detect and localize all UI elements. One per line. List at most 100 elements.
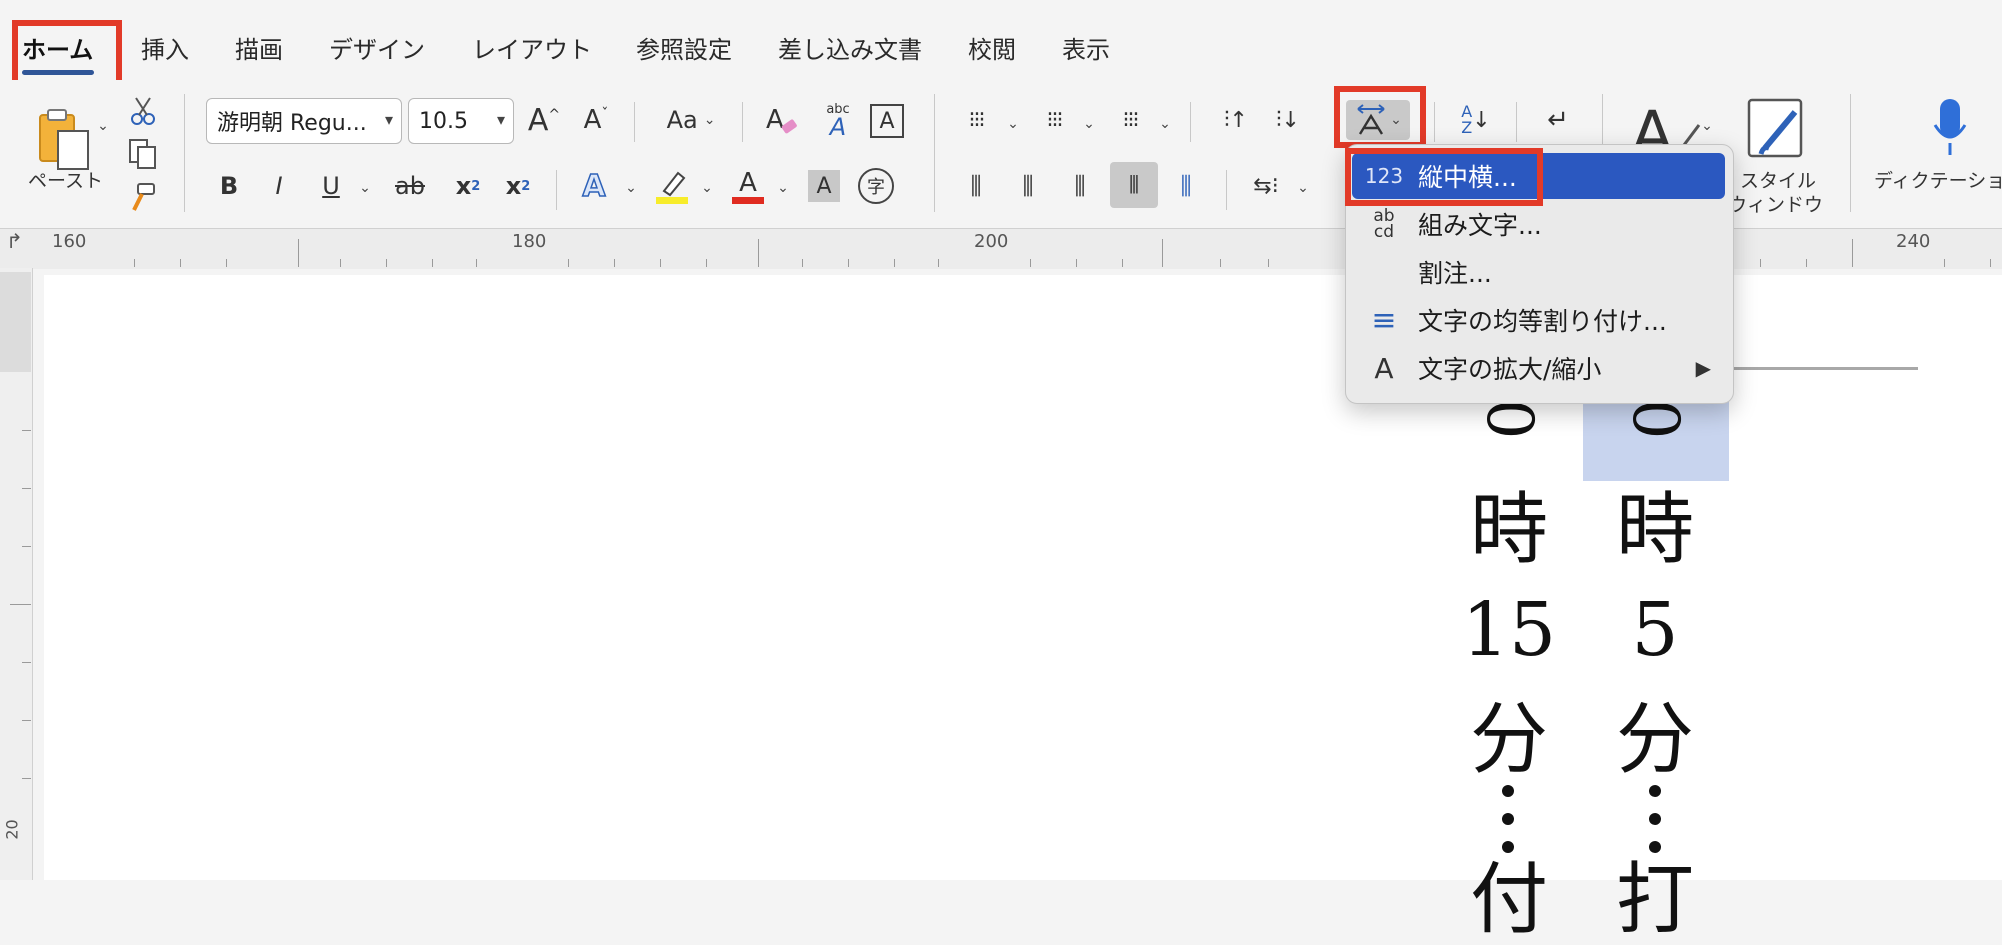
tab-insert[interactable]: 挿入: [141, 30, 189, 65]
chevron-down-icon: ▾: [384, 110, 393, 129]
group-separator: [1850, 94, 1851, 212]
highlighter-icon: [656, 171, 688, 204]
font-color-chevron-icon[interactable]: ⌄: [776, 178, 790, 198]
ellipsis-dot: [1649, 813, 1661, 825]
increase-indent-button[interactable]: ⫶↓: [1268, 100, 1308, 140]
font-size-value: 10.5: [419, 108, 468, 134]
menu-item-warichu[interactable]: 割注...: [1352, 249, 1725, 295]
tab-draw[interactable]: 描画: [235, 30, 283, 65]
text-effects-button[interactable]: A: [576, 166, 612, 206]
ruler-tick: [802, 259, 803, 267]
tab-design[interactable]: デザイン: [329, 30, 425, 65]
cut-button[interactable]: [128, 94, 158, 128]
tab-view[interactable]: 表示: [1062, 30, 1110, 65]
multilevel-list-button[interactable]: ⁝⁝⁝: [1110, 100, 1150, 140]
line-spacing-button[interactable]: ⇆⁝: [1246, 166, 1286, 206]
ruler-tick: [1944, 259, 1945, 267]
doc-col2-bottom: 打: [1615, 855, 1694, 945]
submenu-arrow-icon: ▶: [1695, 356, 1711, 380]
underline-button[interactable]: U: [316, 166, 346, 206]
paste-label: ペースト: [28, 170, 104, 192]
phonetic-guide-button[interactable]: abc A: [816, 100, 860, 140]
menu-item-label: 文字の拡大/縮小: [1418, 355, 1602, 384]
eraser-icon: A: [766, 105, 797, 135]
tab-layout[interactable]: レイアウト: [472, 30, 592, 65]
align-center-icon: ⫼: [1022, 172, 1034, 200]
ellipsis-dot: [1502, 785, 1514, 797]
tab-review[interactable]: 校閲: [968, 30, 1016, 65]
enclose-characters-button[interactable]: 字: [858, 168, 894, 204]
styles-pane-button[interactable]: [1744, 94, 1808, 164]
vertical-ruler-number: 20: [2, 819, 22, 840]
clear-formatting-button[interactable]: A: [760, 100, 804, 140]
ruler-number: 240: [1896, 231, 1931, 252]
format-painter-button[interactable]: [126, 180, 160, 214]
shrink-font-icon: Aˇ: [583, 105, 609, 135]
align-bottom-button[interactable]: ⫼: [1060, 166, 1100, 206]
ruler-tick: [22, 720, 31, 721]
distributed-button[interactable]: ⫼: [1166, 166, 1206, 206]
superscript-button[interactable]: x2: [500, 166, 536, 206]
justify-icon: ⦀: [1128, 171, 1140, 199]
dictation-button[interactable]: [1928, 94, 1972, 164]
ruler-tick: [660, 259, 661, 267]
ruler-tick: [476, 259, 477, 267]
decrease-indent-button[interactable]: ⫶↑: [1216, 100, 1256, 140]
bullets-button[interactable]: ⁝⁝⁝: [956, 100, 996, 140]
menu-item-distribute-text[interactable]: ≡ 文字の均等割り付け...: [1352, 297, 1725, 343]
svg-text:A: A: [766, 105, 784, 135]
highlight-chevron-icon[interactable]: ⌄: [700, 178, 714, 198]
font-color-button[interactable]: A: [728, 164, 768, 208]
line-spacing-chevron-icon[interactable]: ⌄: [1296, 178, 1310, 198]
sort-button[interactable]: A Z ↓: [1456, 100, 1496, 140]
change-case-button[interactable]: Aa ⌄: [656, 100, 726, 140]
tab-references[interactable]: 参照設定: [636, 30, 732, 65]
multilevel-chevron-icon[interactable]: ⌄: [1158, 114, 1172, 134]
ruler-tick: [386, 259, 387, 267]
menu-item-character-scaling[interactable]: A 文字の拡大/縮小 ▶: [1352, 345, 1725, 391]
font-name-select[interactable]: 游明朝 Regu... ▾: [206, 98, 402, 144]
bullets-chevron-icon[interactable]: ⌄: [1006, 114, 1020, 134]
justify-button[interactable]: ⦀: [1110, 162, 1158, 208]
bullets-icon: ⁝⁝⁝: [968, 107, 986, 133]
ruler-number: 180: [512, 231, 547, 252]
menu-item-combine-characters[interactable]: ab cd 組み文字...: [1352, 201, 1725, 247]
doc-col2-num: 5: [1631, 587, 1679, 673]
underline-chevron-icon[interactable]: ⌄: [358, 178, 372, 198]
strikethrough-button[interactable]: ab: [392, 166, 428, 206]
ruler-tick: [1220, 259, 1221, 267]
styles-chevron-icon[interactable]: ⌄: [1700, 116, 1714, 136]
character-border-label: A: [879, 108, 895, 134]
text-effects-chevron-icon[interactable]: ⌄: [624, 178, 638, 198]
numbering-button[interactable]: ⁝⁝⁝: [1034, 100, 1074, 140]
show-formatting-marks-button[interactable]: ↵: [1538, 100, 1578, 140]
character-border-button[interactable]: A: [870, 104, 904, 138]
multilevel-list-icon: ⁝⁝⁝: [1122, 107, 1140, 133]
vertical-ruler-margin: [0, 272, 31, 372]
ruler-tick: [298, 239, 299, 267]
highlight-color-button[interactable]: [652, 164, 692, 208]
shrink-font-button[interactable]: Aˇ: [578, 100, 614, 140]
group-separator: [1226, 170, 1227, 210]
tab-mailings[interactable]: 差し込み文書: [778, 30, 922, 65]
copy-button[interactable]: [126, 136, 160, 172]
microphone-icon: [1933, 99, 1967, 155]
paste-options-chevron-icon[interactable]: ⌄: [96, 116, 110, 136]
line-spacing-icon: ⇆⁝: [1253, 173, 1279, 199]
ellipsis-dot: [1649, 841, 1661, 853]
font-size-select[interactable]: 10.5 ▾: [408, 98, 514, 144]
bold-button[interactable]: B: [214, 166, 244, 206]
paintbrush-icon: [132, 183, 155, 211]
grow-font-button[interactable]: A^: [526, 100, 562, 140]
subscript-button[interactable]: x2: [450, 166, 486, 206]
ruler-tick: [614, 259, 615, 267]
numbering-chevron-icon[interactable]: ⌄: [1082, 114, 1096, 134]
align-center-button[interactable]: ⫼: [1008, 166, 1048, 206]
character-shading-button[interactable]: A: [808, 170, 840, 202]
ruler-indent-marker-icon[interactable]: ↱: [6, 229, 23, 253]
ruler-number: 200: [974, 231, 1009, 252]
ruler-tick: [1806, 259, 1807, 267]
scissors-icon: [131, 97, 155, 125]
italic-button[interactable]: I: [264, 166, 294, 206]
align-top-button[interactable]: ⫼: [956, 166, 996, 206]
